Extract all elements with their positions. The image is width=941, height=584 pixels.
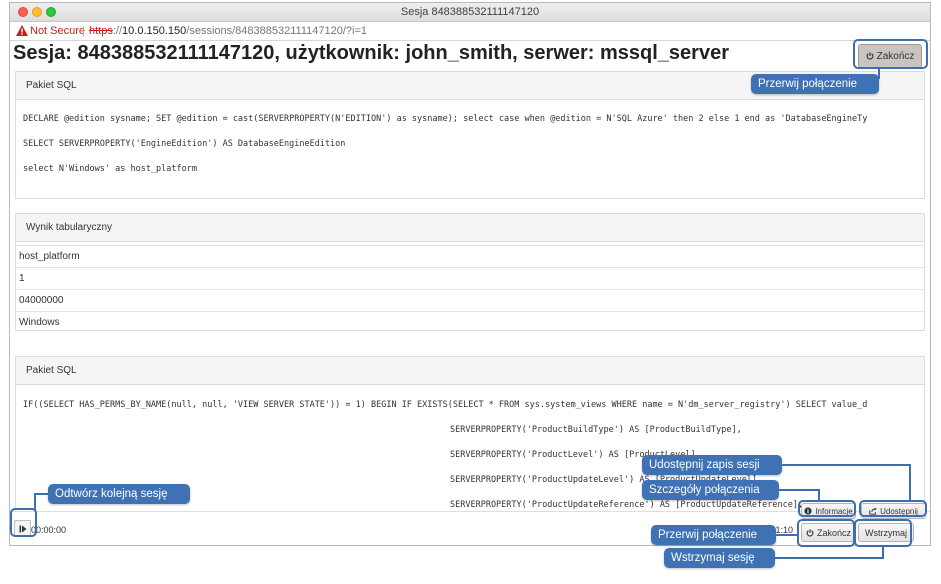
url-path: /sessions/848388532111147120/?i=1 xyxy=(186,25,368,37)
window-title: Sesja 848388532111147120 xyxy=(400,6,540,18)
tabular-result-panel: Wynik tabularyczny host_platform 1 04000… xyxy=(15,213,925,331)
sql-line: DECLARE @edition sysname; SET @edition =… xyxy=(23,114,868,124)
url-host: 10.0.150.150 xyxy=(122,25,187,37)
callout-ring-play xyxy=(10,508,37,537)
sql-line: SERVERPROPERTY('ProductUpdateReference')… xyxy=(450,500,804,510)
callout-connector xyxy=(909,464,911,502)
url-text[interactable]: https://10.0.150.150/sessions/8483885321… xyxy=(89,22,367,40)
table-row: 1 xyxy=(16,267,924,289)
callout-connector xyxy=(34,493,48,495)
playback-bar: 00:00:00 00:01:10 xyxy=(10,511,930,545)
address-separator: | xyxy=(82,25,85,37)
callout-ring-info xyxy=(798,500,856,517)
sql-line: IF((SELECT HAS_PERMS_BY_NAME(null, null,… xyxy=(23,400,868,410)
warning-icon xyxy=(16,25,28,36)
callout-share-recording: Udostępnij zapis sesji xyxy=(642,455,782,475)
callout-connector xyxy=(34,493,36,510)
callout-connector xyxy=(775,557,884,559)
sql-line: SELECT SERVERPROPERTY('EngineEdition') A… xyxy=(23,139,346,149)
callout-connector xyxy=(779,489,820,491)
table-row: Windows xyxy=(16,311,924,330)
callout-ring-share xyxy=(859,500,927,517)
panel-header: Wynik tabularyczny xyxy=(16,214,924,242)
url-protocol-separator: :// xyxy=(112,25,123,37)
callout-ring-terminate-top xyxy=(853,39,928,69)
not-secure-label: Not Secure xyxy=(30,25,86,37)
title-bar: Sesja 848388532111147120 xyxy=(10,3,930,22)
callout-connection-details: Szczegóły połączenia xyxy=(642,480,779,500)
table-row: host_platform xyxy=(16,245,924,267)
callout-connector xyxy=(776,534,797,536)
sql-line: select N'Windows' as host_platform xyxy=(23,164,197,174)
callout-ring-pause xyxy=(854,519,912,547)
callout-pause-session: Wstrzymaj sesję xyxy=(664,548,775,568)
callout-open-next-session: Odtwórz kolejną sesję xyxy=(48,484,190,504)
table-row: 04000000 xyxy=(16,289,924,311)
callout-terminate-top: Przerwij połączenie xyxy=(751,74,879,94)
callout-terminate-bottom: Przerwij połączenie xyxy=(651,525,776,545)
callout-ring-terminate-bottom xyxy=(797,519,855,547)
address-bar[interactable]: Not Secure | https://10.0.150.150/sessio… xyxy=(10,22,930,41)
url-protocol: https xyxy=(89,25,113,37)
sql-line: SERVERPROPERTY('ProductBuildType') AS [P… xyxy=(450,425,742,435)
page-title: Sesja: 848388532111147120, użytkownik: j… xyxy=(13,42,729,64)
panel-header: Pakiet SQL xyxy=(16,357,924,385)
callout-connector xyxy=(782,464,911,466)
